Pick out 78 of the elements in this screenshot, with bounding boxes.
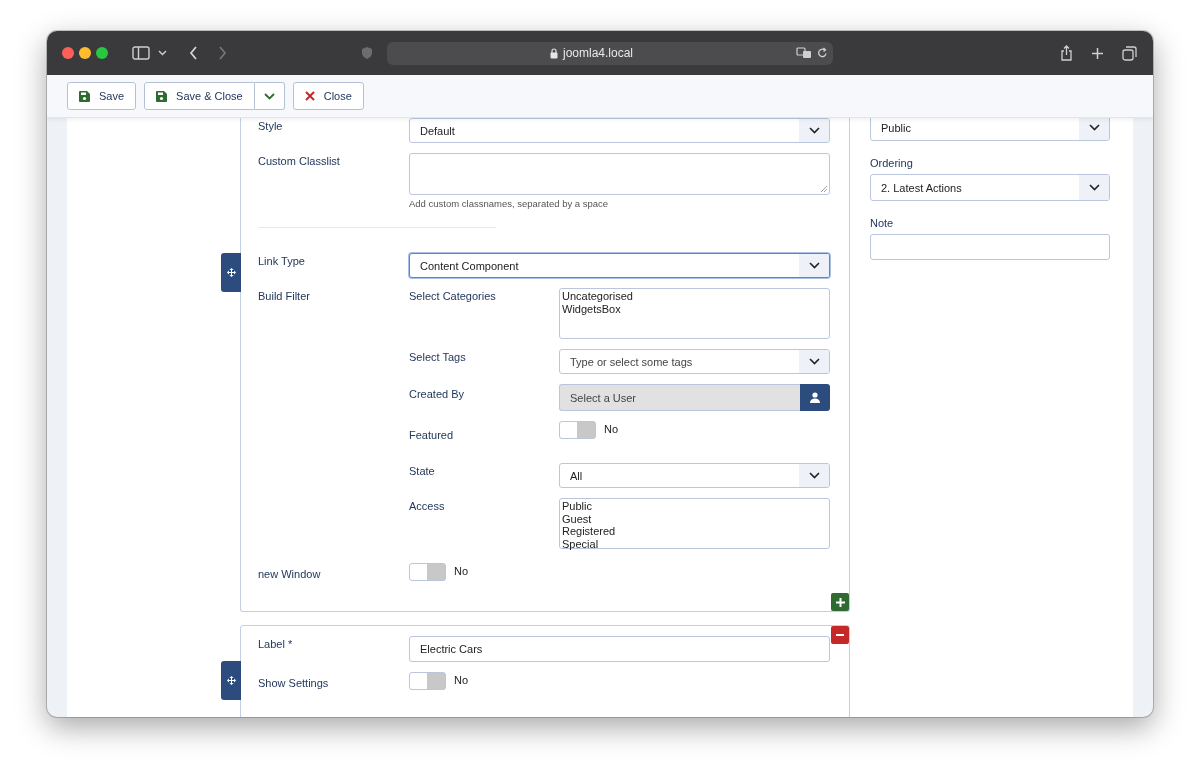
field-label: Select Categories	[409, 289, 497, 304]
field-label: Ordering	[870, 156, 914, 169]
save-button[interactable]: Save	[67, 82, 137, 110]
list-option[interactable]: Guest	[562, 512, 827, 525]
close-window-icon[interactable]	[62, 47, 74, 59]
chevron-down-icon	[808, 262, 820, 269]
save-button[interactable]: Save & Close	[144, 82, 255, 110]
toggle-label: No	[454, 564, 469, 577]
field-hint: Add custom classnames, separated by a space	[409, 198, 610, 209]
field-label: Custom Classlist	[258, 154, 341, 169]
address-bar[interactable]: joomla4.local	[387, 41, 833, 65]
list-option[interactable]: Registered	[562, 525, 827, 538]
list-option[interactable]: Special	[562, 537, 827, 550]
toggle-switch[interactable]	[409, 672, 446, 690]
field-label: State	[409, 464, 436, 479]
dropdown-toggle[interactable]	[254, 82, 285, 110]
field-label: Style	[258, 119, 284, 134]
field-label: Link Type	[258, 254, 306, 269]
chevron-down-icon[interactable]	[158, 50, 167, 56]
list-box[interactable]: Public Guest Registered Special	[559, 498, 830, 549]
field-label: new Window	[258, 567, 322, 581]
list-box[interactable]: Uncategorised WidgetsBox	[559, 288, 830, 339]
field-label: Note	[870, 216, 895, 229]
select-field[interactable]: 2. Latest Actions	[870, 174, 1110, 201]
minus-icon	[836, 634, 844, 636]
plus-icon[interactable]	[1091, 46, 1104, 60]
list-option[interactable]: Uncategorised	[562, 290, 827, 303]
remove-button[interactable]	[831, 626, 849, 644]
lock-icon	[549, 47, 558, 59]
chevron-down-icon	[808, 472, 820, 479]
reload-icon[interactable]	[817, 47, 828, 59]
add-button[interactable]	[831, 593, 849, 611]
toggle-switch[interactable]	[409, 563, 446, 581]
minimize-window-icon[interactable]	[79, 47, 91, 59]
classlist-field[interactable]	[409, 153, 830, 195]
field-label: Build Filter	[258, 289, 311, 304]
toggle-label: No	[454, 673, 469, 686]
tags-field[interactable]: Type or select some tags	[559, 349, 830, 374]
chevron-down-icon	[1088, 184, 1100, 191]
field-label: Featured	[409, 428, 455, 441]
select-field[interactable]: All	[559, 463, 830, 488]
person-icon	[810, 392, 820, 403]
tabs-icon[interactable]	[1122, 45, 1137, 61]
field-label: Select Tags	[409, 350, 467, 365]
list-option[interactable]: Public	[562, 500, 827, 513]
select-field[interactable]: Public	[870, 118, 1110, 141]
close-button[interactable]: Close	[292, 82, 364, 110]
move-icon	[226, 268, 236, 277]
field-label: Label *	[258, 637, 294, 652]
resize-grip-icon[interactable]	[821, 186, 827, 192]
share-icon[interactable]	[1060, 45, 1073, 61]
drag-handle[interactable]	[221, 661, 241, 700]
user-field[interactable]: Select a User	[559, 384, 800, 411]
list-option[interactable]: WidgetsBox	[562, 302, 827, 315]
select-field[interactable]: Content Component	[409, 253, 830, 278]
back-icon[interactable]	[189, 46, 198, 60]
chevron-down-icon	[808, 358, 820, 365]
text-field[interactable]: Electric Cars	[409, 636, 830, 662]
select-field[interactable]: Default	[409, 118, 830, 143]
translate-icon[interactable]	[796, 47, 812, 59]
drag-handle[interactable]	[221, 253, 241, 292]
field-label: Show Settings	[258, 676, 330, 690]
plus-icon	[835, 597, 845, 607]
chevron-down-icon	[808, 127, 820, 134]
field-label: Access	[409, 499, 446, 514]
forward-icon[interactable]	[218, 46, 227, 60]
chevron-down-icon	[263, 92, 275, 100]
toggle-switch[interactable]	[559, 421, 596, 439]
chevron-down-icon	[1088, 124, 1100, 131]
select-user-button[interactable]	[800, 384, 830, 411]
url-text: joomla4.local	[562, 46, 633, 60]
zoom-window-icon[interactable]	[96, 47, 108, 59]
close-icon	[304, 91, 315, 101]
note-field[interactable]	[870, 234, 1110, 260]
field-label: Created By	[409, 387, 466, 402]
toggle-label: No	[604, 422, 619, 435]
sidebar-icon[interactable]	[132, 46, 150, 60]
move-icon	[226, 676, 236, 685]
